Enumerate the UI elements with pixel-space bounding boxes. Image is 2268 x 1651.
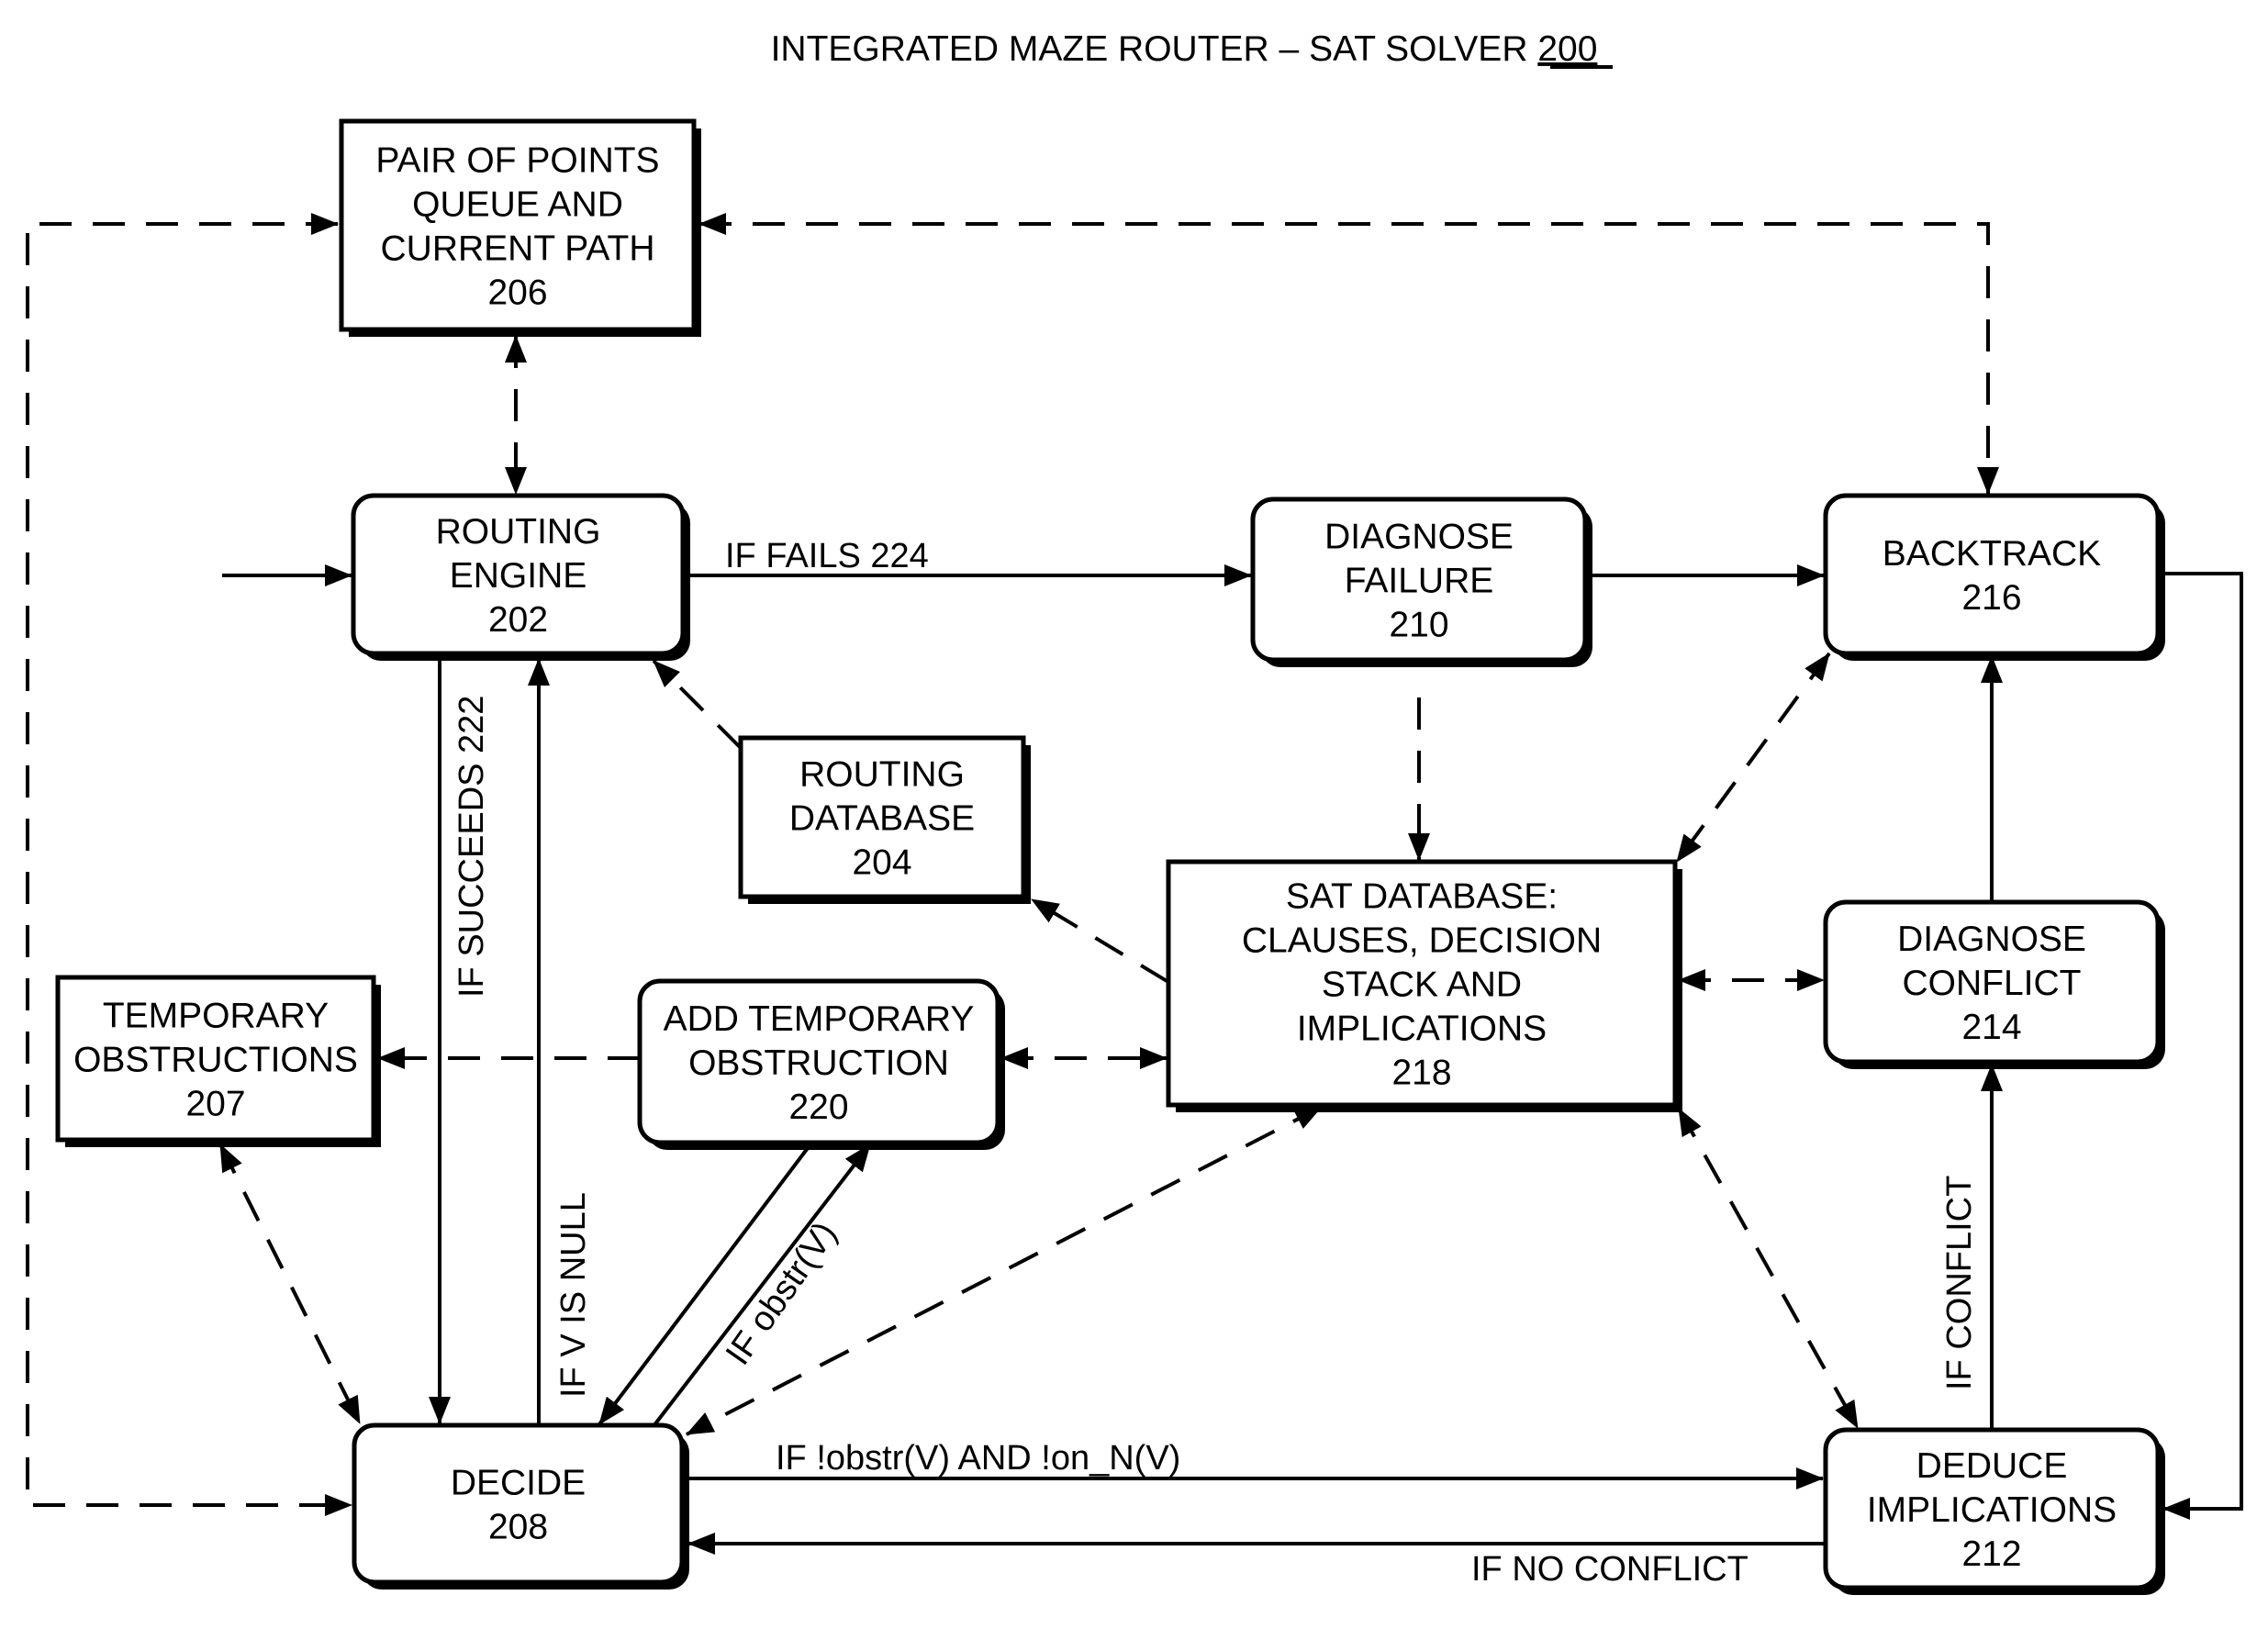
block-ref-number: 202 <box>488 600 548 640</box>
edge-207-to-208 <box>218 1143 362 1424</box>
block-diagnose-failure: DIAGNOSE FAILURE 210 <box>1250 496 1592 667</box>
block-label-line: OBSTRUCTIONS <box>73 1041 358 1080</box>
connections-layer <box>26 213 2243 1555</box>
label-if-no-conflict: IF NO CONFLICT <box>1471 1550 1748 1589</box>
block-label-line: DECIDE <box>451 1464 586 1503</box>
block-label-line: BACKTRACK <box>1883 534 2101 574</box>
block-label-line: OBSTRUCTION <box>688 1043 949 1083</box>
label-if-conflict: IF CONFLICT <box>1940 1176 1979 1390</box>
block-label-line: PAIR OF POINTS <box>375 141 659 181</box>
block-ref-number: 218 <box>1391 1054 1451 1093</box>
block-ref-number: 212 <box>1961 1534 2021 1574</box>
diagram-title: INTEGRATED MAZE ROUTER – SAT SOLVER 200 <box>771 29 1598 69</box>
block-temporary-obstructions: TEMPORARY OBSTRUCTIONS 207 <box>55 975 381 1147</box>
block-routing-database: ROUTINGDATABASE204 <box>738 735 1031 904</box>
block-label-line: TEMPORARY <box>103 997 329 1036</box>
edge-204-to-202 <box>652 659 743 750</box>
label-if-succeeds: IF SUCCEEDS 222 <box>452 696 491 998</box>
block-routing-engine: ROUTINGENGINE202 <box>351 493 690 661</box>
block-ref-number: 208 <box>488 1508 548 1547</box>
flow-diagram: INTEGRATED MAZE ROUTER – SAT SOLVER 200 … <box>26 29 2243 1595</box>
blocks-layer: PAIR OF POINTSQUEUE ANDCURRENT PATH206 RO… <box>55 118 2165 1595</box>
block-label-line: IMPLICATIONS <box>1867 1490 2117 1530</box>
block-ref-number: 210 <box>1389 606 1448 645</box>
block-label-line: ADD TEMPORARY <box>664 999 975 1039</box>
block-label-line: IMPLICATIONS <box>1297 1010 1547 1049</box>
label-if-v-is-null: IF V IS NULL <box>554 1192 593 1398</box>
diagram-title-ref: 200 <box>1537 29 1597 69</box>
block-backtrack: BACKTRACK216 <box>1823 493 2165 661</box>
block-ref-number: 206 <box>487 273 547 313</box>
block-label-line: ROUTING <box>799 755 965 795</box>
block-sat-database: SAT DATABASE:CLAUSES, DECISIONSTACK AND I… <box>1166 859 1682 1112</box>
edge-218-to-204 <box>1030 898 1170 984</box>
edge-206-to-216 <box>698 213 1999 495</box>
edge-208-to-220 <box>652 1143 872 1428</box>
block-label-line: STACK AND <box>1322 965 1522 1005</box>
block-deduce-implications: DEDUCEIMPLICATIONS212 <box>1823 1427 2165 1595</box>
block-ref-number: 220 <box>788 1088 848 1127</box>
block-ref-number: 216 <box>1961 578 2021 618</box>
block-ref-number: 207 <box>185 1085 245 1124</box>
block-frame <box>1823 493 2161 656</box>
block-pair-of-points-queue: PAIR OF POINTSQUEUE ANDCURRENT PATH206 <box>339 118 701 337</box>
block-decide: DECIDE 208 <box>352 1422 689 1590</box>
edge-216-to-212 <box>2162 572 2243 1520</box>
edge-216-to-218 <box>1675 652 1831 864</box>
block-ref-number: 204 <box>852 843 911 883</box>
block-label-line: SAT DATABASE: <box>1286 877 1558 917</box>
block-label-line: DIAGNOSE <box>1324 518 1514 557</box>
edge-218-to-212 <box>1677 1108 1860 1429</box>
diagram-title-text: INTEGRATED MAZE ROUTER – SAT SOLVER <box>771 29 1538 69</box>
block-ref-number: 214 <box>1961 1008 2021 1047</box>
block-label-line: DIAGNOSE <box>1897 920 2086 959</box>
block-label-line: QUEUE AND <box>412 185 623 225</box>
block-label-line: DEDUCE <box>1916 1446 2068 1486</box>
block-label-line: DATABASE <box>789 799 975 839</box>
block-frame <box>352 1422 685 1585</box>
block-label-line: ENGINE <box>450 556 587 596</box>
block-label-line: ROUTING <box>436 512 601 552</box>
block-diagnose-conflict: DIAGNOSE CONFLICT 214 <box>1823 899 2165 1069</box>
block-label-line: CLAUSES, DECISION <box>1242 921 1602 961</box>
label-if-not-obstr: IF !obstr(V) AND !on_N(V) <box>776 1439 1180 1478</box>
label-if-fails: IF FAILS 224 <box>725 537 929 575</box>
block-label-line: CURRENT PATH <box>380 229 654 269</box>
block-add-temporary-obstruction: ADD TEMPORARYOBSTRUCTION 220 <box>637 978 1005 1150</box>
block-label-line: CONFLICT <box>1903 964 2082 1003</box>
block-label-line: FAILURE <box>1345 562 1494 601</box>
